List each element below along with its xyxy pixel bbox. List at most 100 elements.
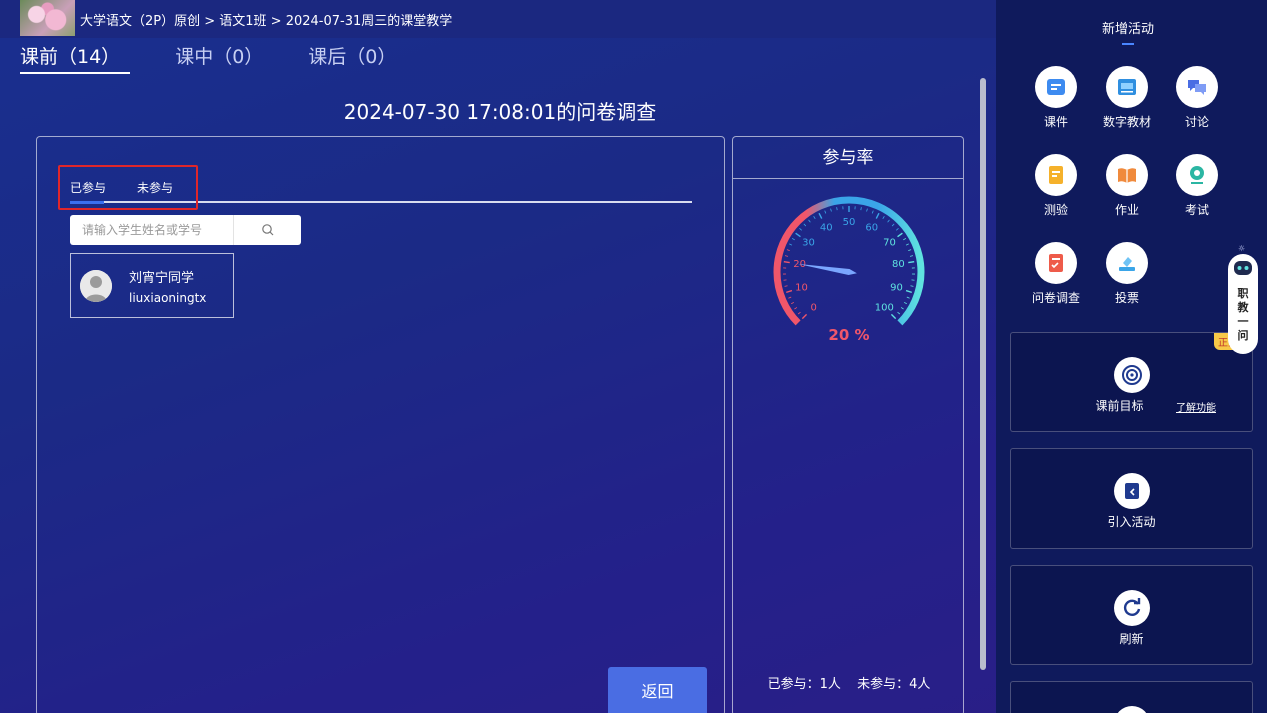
gauge-tick [906, 296, 910, 299]
back-button[interactable]: 返回 [608, 667, 707, 713]
gauge-tick-label: 0 [810, 302, 816, 313]
gauge-tick [813, 216, 816, 220]
not-joined-count: 未参与：4人 [857, 677, 931, 692]
gauge-tick [801, 313, 808, 320]
student-name: 刘宵宁同学 [129, 271, 195, 286]
gauge-tick-label: 30 [802, 238, 815, 249]
gauge-tick [903, 238, 907, 241]
search-input[interactable] [70, 215, 234, 245]
gauge-tick [783, 260, 790, 264]
participation-stats: 已参与：1人 未参与：4人 [733, 673, 965, 692]
activity-quiz-label: 测验 [1043, 203, 1068, 217]
gauge-tick [882, 216, 885, 220]
gauge-tick [789, 243, 793, 246]
gauge-tick-label: 80 [892, 259, 905, 270]
search-button[interactable] [234, 215, 301, 245]
gauge-tick [799, 228, 803, 231]
student-card[interactable]: 刘宵宁同学 liuxiaoningtx [70, 253, 234, 318]
participation-rate-panel: 参与率 0 10 20 30 40 50 60 70 80 90 100 20 % 已参与：1人 未… [732, 136, 964, 713]
gauge-tick [824, 210, 827, 214]
assistant-label: 职教一问 [1237, 287, 1249, 342]
activity-discussion-label: 讨论 [1184, 115, 1209, 129]
tab-post-class[interactable]: 课后（0） [308, 40, 396, 74]
exam-icon [1176, 154, 1218, 196]
gauge-tick [830, 208, 832, 212]
courseware-icon [1035, 66, 1077, 108]
gauge-tick-label: 10 [795, 282, 808, 293]
gauge-tick [786, 289, 793, 294]
survey-title: 2024-07-30 17:08:01的问卷调查 [343, 100, 657, 124]
more-icon [1114, 706, 1150, 713]
participation-rate-title: 参与率 [733, 137, 963, 179]
activity-discussion[interactable]: 讨论 [1162, 66, 1232, 130]
quiz-icon [1035, 154, 1077, 196]
highlight-box [58, 165, 198, 210]
course-thumbnail [20, 0, 75, 36]
activity-quiz[interactable]: 测验 [1021, 154, 1091, 218]
tab-in-class[interactable]: 课中（0） [175, 40, 263, 74]
gauge-tick [890, 313, 897, 320]
activity-homework-label: 作业 [1114, 203, 1139, 217]
sidebar-title: 新增活动 [996, 18, 1260, 45]
activity-digital-textbook[interactable]: 数字教材 [1092, 66, 1162, 130]
gauge-tick-label: 60 [865, 222, 878, 233]
gauge-tick [836, 207, 838, 211]
target-icon [1114, 357, 1150, 393]
tab-pre-class[interactable]: 课前（14） [20, 40, 131, 74]
gauge-tick [790, 301, 794, 305]
student-id: liuxiaoningtx [129, 291, 207, 305]
scrollbar[interactable] [980, 78, 986, 670]
homework-icon [1106, 154, 1148, 196]
activity-exam[interactable]: 考试 [1162, 154, 1232, 218]
activity-courseware[interactable]: 课件 [1021, 66, 1091, 130]
gauge-tick [784, 255, 789, 257]
survey-icon [1035, 242, 1077, 284]
activity-survey[interactable]: 问卷调查 [1021, 242, 1091, 306]
breadcrumb[interactable]: 大学语文（2P）原创 > 语文1班 > 2024-07-31周三的课堂教学 [80, 10, 452, 29]
gauge-needle [797, 263, 857, 275]
phase-tabs: 课前（14） 课中（0） 课后（0） [20, 40, 441, 74]
gauge-tick [860, 207, 862, 211]
activity-vote[interactable]: 投票 [1092, 242, 1162, 306]
learn-more-link[interactable]: 了解功能 [1176, 399, 1216, 414]
more-card[interactable] [1010, 681, 1253, 713]
gauge-tick [897, 232, 903, 238]
participants-panel: 已参与 未参与 刘宵宁同学 liuxiaoningtx [36, 136, 725, 713]
gauge-tick [895, 228, 899, 231]
refresh-card[interactable]: 刷新 [1010, 565, 1253, 665]
gauge-tick-label: 50 [843, 217, 856, 228]
discussion-icon [1176, 66, 1218, 108]
activity-survey-label: 问卷调查 [1031, 291, 1080, 305]
import-icon [1114, 473, 1150, 509]
vote-icon [1106, 242, 1148, 284]
digital-textbook-icon [1106, 66, 1148, 108]
activity-homework[interactable]: 作业 [1092, 154, 1162, 218]
gauge-tick [797, 311, 801, 315]
refresh-label: 刷新 [1119, 632, 1144, 646]
import-activity-label: 引入活动 [1107, 515, 1156, 529]
activity-vote-label: 投票 [1114, 291, 1139, 305]
gauge-tick [875, 212, 880, 219]
pre-class-goal-card[interactable]: 正式版 课前目标 了解功能 [1010, 332, 1253, 432]
import-activity-card[interactable]: 引入活动 [1010, 448, 1253, 549]
assistant-antenna-icon: ☼ [1238, 244, 1246, 253]
title-underline [1122, 43, 1134, 45]
gauge-tick [887, 219, 890, 223]
gauge-tick [808, 219, 811, 223]
student-search [70, 215, 301, 245]
gauge-tick [803, 223, 807, 227]
gauge-tick [910, 285, 914, 287]
gauge-tick [786, 249, 790, 252]
activity-exam-label: 考试 [1184, 203, 1209, 217]
sidebar-title-text: 新增活动 [1101, 22, 1154, 37]
gauge-tick [909, 255, 914, 257]
search-icon [261, 224, 273, 236]
gauge-tick [905, 289, 912, 294]
ai-assistant-button[interactable]: 职教一问 [1228, 254, 1258, 354]
gauge-tick-label: 90 [890, 282, 903, 293]
activity-digital-textbook-label: 数字教材 [1102, 115, 1151, 129]
gauge-tick [784, 285, 788, 287]
gauge-value: 20 % [828, 326, 869, 344]
gauge-tick [795, 232, 801, 238]
gauge-tick-label: 70 [883, 238, 896, 249]
